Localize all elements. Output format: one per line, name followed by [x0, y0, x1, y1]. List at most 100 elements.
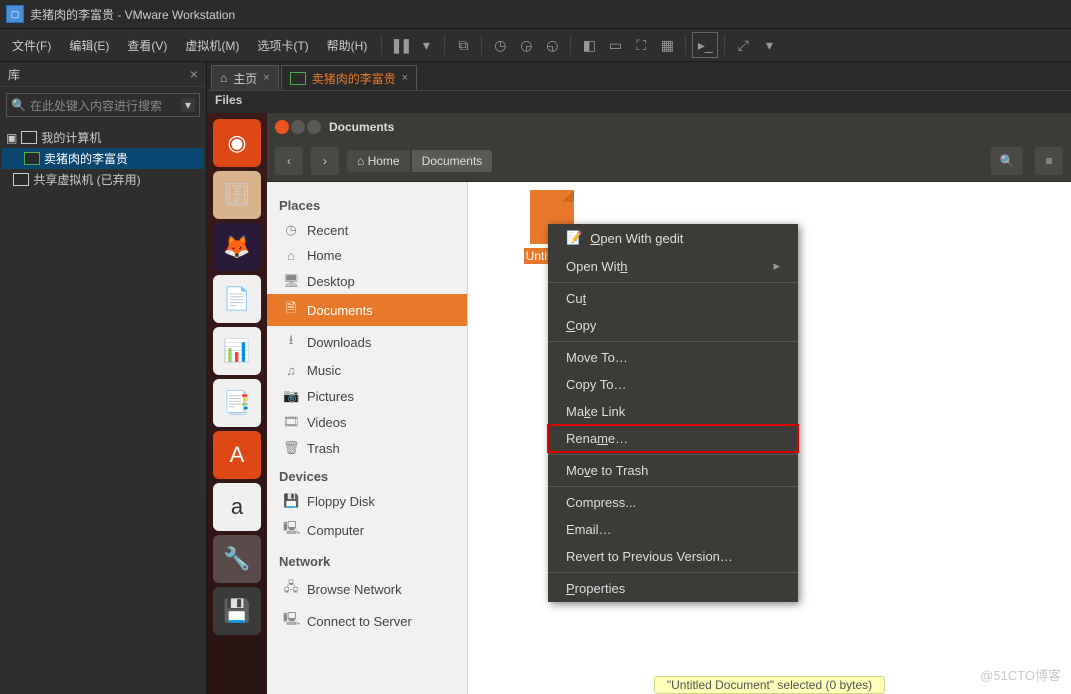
breadcrumb: ⌂ Home Documents: [347, 150, 492, 172]
ctx-properties[interactable]: Properties: [548, 575, 798, 602]
view-split-icon[interactable]: ◧: [577, 33, 601, 57]
dropdown-icon[interactable]: ▾: [414, 33, 438, 57]
computer-place-icon: 🖳: [283, 519, 299, 541]
search-placeholder: 在此处键入内容进行搜索: [30, 97, 162, 114]
nautilus-titlebar: Documents: [267, 113, 1071, 141]
place-music[interactable]: ♫Music: [267, 358, 467, 383]
home-crumb-icon: ⌂: [357, 154, 364, 168]
ctx-open-with[interactable]: Open With▸: [548, 252, 798, 280]
dropdown2-icon[interactable]: ▾: [757, 33, 781, 57]
place-recent[interactable]: ◷Recent: [267, 217, 467, 243]
close-tab-icon[interactable]: ×: [263, 72, 269, 84]
snapshot-mgr-icon[interactable]: ◶: [514, 33, 538, 57]
impress-icon[interactable]: 📑: [213, 379, 261, 427]
tab-home[interactable]: ⌂主页×: [211, 65, 279, 90]
search-dropdown-icon[interactable]: ▾: [181, 98, 195, 112]
status-text: "Untitled Document" selected (0 bytes): [654, 676, 885, 694]
revert-icon[interactable]: ◵: [540, 33, 564, 57]
place-home[interactable]: ⌂Home: [267, 243, 467, 268]
tab-vm[interactable]: 卖猪肉的李富贵×: [281, 65, 417, 90]
network-icon: 🖧: [283, 578, 299, 600]
window-close-icon[interactable]: [275, 120, 289, 134]
send-keys-icon[interactable]: ⧉: [451, 33, 475, 57]
gedit-icon: 📝: [566, 230, 582, 246]
save-launcher-icon[interactable]: 💾: [213, 587, 261, 635]
dash-icon[interactable]: ◉: [213, 119, 261, 167]
menu-edit[interactable]: 编辑(E): [61, 33, 117, 58]
place-videos[interactable]: 🎞Videos: [267, 409, 467, 435]
window-title: 卖猪肉的李富贵 - VMware Workstation: [30, 6, 235, 23]
search-icon: 🔍: [11, 98, 26, 112]
console-icon[interactable]: ▸_: [692, 32, 718, 58]
view-thumb-icon[interactable]: ▦: [655, 33, 679, 57]
place-desktop[interactable]: 🖥Desktop: [267, 268, 467, 294]
place-connect-server[interactable]: 🖳Connect to Server: [267, 605, 467, 637]
crumb-documents[interactable]: Documents: [412, 150, 493, 172]
snapshot-icon[interactable]: ◷: [488, 33, 512, 57]
vm-tabbar: ⌂主页× 卖猪肉的李富贵×: [207, 62, 1071, 91]
tree-shared[interactable]: 共享虚拟机 (已弃用): [2, 169, 204, 190]
tree-my-computer[interactable]: ▣我的计算机: [2, 127, 204, 148]
ctx-compress[interactable]: Compress...: [548, 489, 798, 516]
home-place-icon: ⌂: [283, 248, 299, 263]
place-pictures[interactable]: 📷Pictures: [267, 383, 467, 409]
ctx-make-link[interactable]: Make Link: [548, 398, 798, 425]
guest-app-title: Files: [207, 91, 1071, 113]
firefox-icon[interactable]: 🦊: [213, 223, 261, 271]
menu-button-icon[interactable]: ≡: [1035, 147, 1063, 175]
ctx-revert[interactable]: Revert to Previous Version…: [548, 543, 798, 570]
place-documents[interactable]: 🗎Documents: [267, 294, 467, 326]
files-launcher-icon[interactable]: 🗄: [213, 171, 261, 219]
nautilus-window: Documents ‹ › ⌂ Home Documents 🔍 ≡ Place…: [267, 113, 1071, 694]
library-title: 库: [8, 66, 20, 83]
software-icon[interactable]: A: [213, 431, 261, 479]
nav-fwd-icon[interactable]: ›: [311, 147, 339, 175]
crumb-home[interactable]: ⌂ Home: [347, 150, 410, 172]
devices-heading: Devices: [279, 469, 455, 484]
fullscreen-icon[interactable]: ⤢: [731, 33, 755, 57]
place-trash[interactable]: 🗑Trash: [267, 435, 467, 461]
nautilus-title: Documents: [329, 120, 394, 134]
calc-icon[interactable]: 📊: [213, 327, 261, 375]
menu-help[interactable]: 帮助(H): [319, 33, 376, 58]
status-bar: "Untitled Document" selected (0 bytes): [468, 674, 1071, 694]
tree-vm-item[interactable]: 卖猪肉的李富贵: [2, 148, 204, 169]
close-tab-icon[interactable]: ×: [402, 72, 408, 84]
view-single-icon[interactable]: ▭: [603, 33, 627, 57]
settings-launcher-icon[interactable]: 🔧: [213, 535, 261, 583]
vmware-logo-icon: ▢: [6, 5, 24, 23]
search-button-icon[interactable]: 🔍: [991, 147, 1023, 175]
place-browse-net[interactable]: 🖧Browse Network: [267, 573, 467, 605]
nav-back-icon[interactable]: ‹: [275, 147, 303, 175]
amazon-icon[interactable]: a: [213, 483, 261, 531]
file-view[interactable]: Untitled D 📝Open With gedit Open With▸ C…: [468, 182, 1071, 694]
window-min-icon[interactable]: [291, 120, 305, 134]
ctx-open-gedit[interactable]: 📝Open With gedit: [548, 224, 798, 252]
ctx-cut[interactable]: Cut: [548, 285, 798, 312]
ctx-copy-to[interactable]: Copy To…: [548, 371, 798, 398]
downloads-icon: ⭳: [283, 331, 299, 353]
menu-view[interactable]: 查看(V): [119, 33, 175, 58]
ctx-copy[interactable]: Copy: [548, 312, 798, 339]
pause-icon[interactable]: ❚❚: [388, 33, 412, 57]
place-floppy[interactable]: 💾Floppy Disk: [267, 488, 467, 514]
view-unity-icon[interactable]: ⛶: [629, 33, 653, 57]
ctx-rename[interactable]: Rename…: [548, 425, 798, 452]
place-downloads[interactable]: ⭳Downloads: [267, 326, 467, 358]
library-search[interactable]: 🔍 在此处键入内容进行搜索 ▾: [6, 93, 200, 117]
menu-tabs[interactable]: 选项卡(T): [249, 33, 316, 58]
submenu-arrow-icon: ▸: [773, 258, 780, 274]
place-computer[interactable]: 🖳Computer: [267, 514, 467, 546]
library-pane: 库 × 🔍 在此处键入内容进行搜索 ▾ ▣我的计算机 卖猪肉的李富贵 共享虚拟机…: [0, 62, 207, 694]
ctx-trash[interactable]: Move to Trash: [548, 457, 798, 484]
ctx-move-to[interactable]: Move To…: [548, 344, 798, 371]
network-heading: Network: [279, 554, 455, 569]
close-library-icon[interactable]: ×: [190, 66, 198, 82]
ctx-email[interactable]: Email…: [548, 516, 798, 543]
menu-file[interactable]: 文件(F): [4, 33, 59, 58]
nautilus-toolbar: ‹ › ⌂ Home Documents 🔍 ≡: [267, 141, 1071, 182]
vm-running-icon: [24, 152, 40, 165]
menu-vm[interactable]: 虚拟机(M): [177, 33, 247, 58]
window-max-icon[interactable]: [307, 120, 321, 134]
writer-icon[interactable]: 📄: [213, 275, 261, 323]
